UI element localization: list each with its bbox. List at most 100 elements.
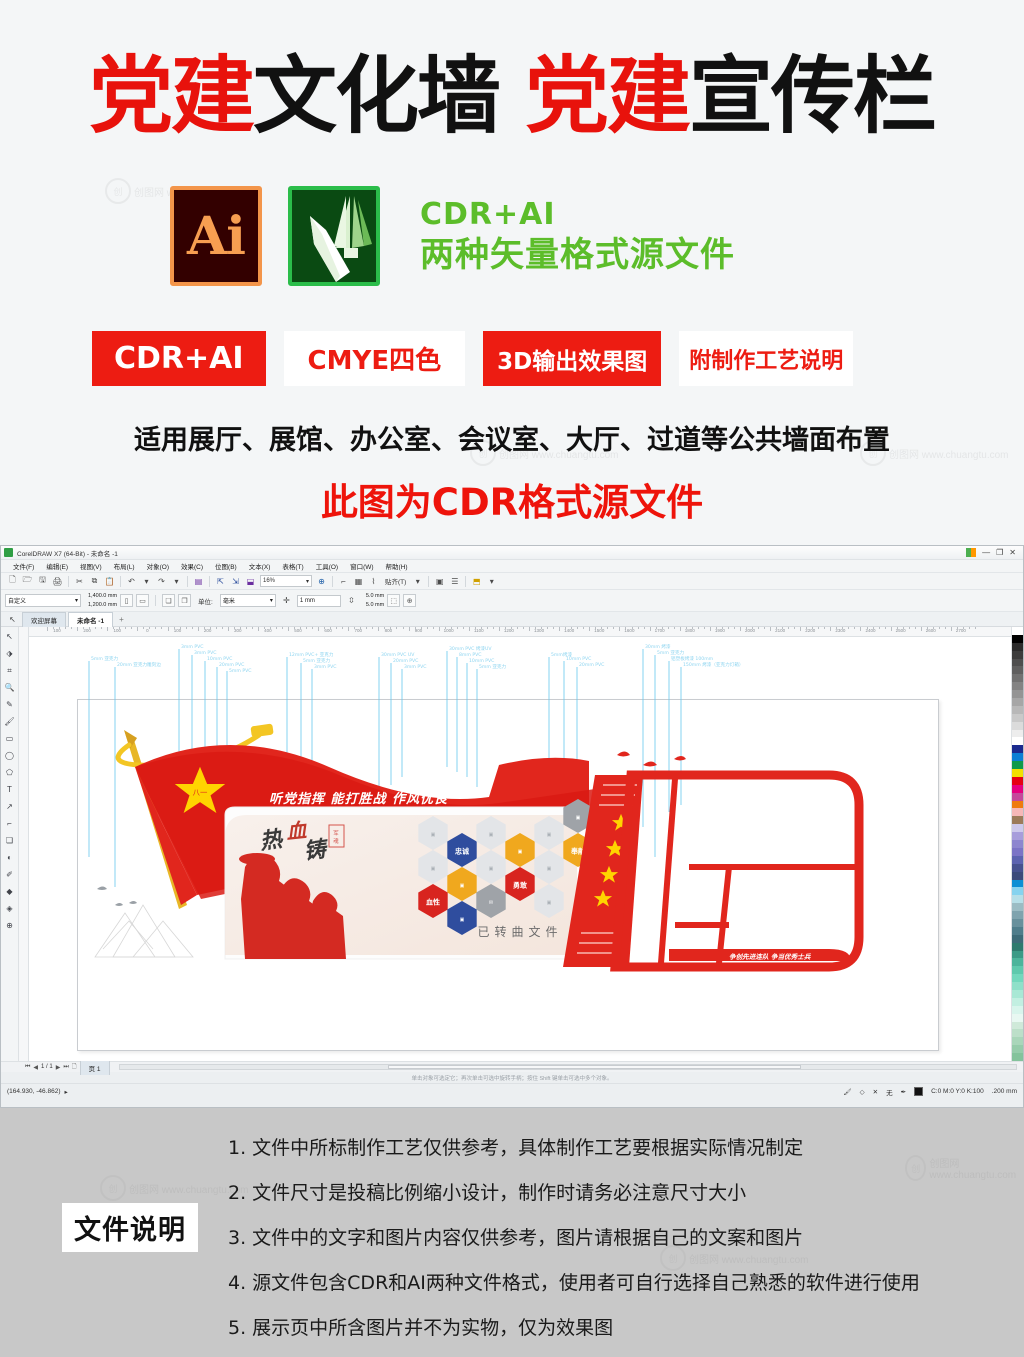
connector-tool-icon[interactable]: ⌐ [2,816,17,831]
palette-swatch[interactable] [1012,729,1023,738]
palette-swatch[interactable] [1012,982,1023,990]
outline-swatch-icon[interactable]: ◇ [860,1088,865,1096]
coordinates-expand-icon[interactable]: ▸ [64,1088,67,1096]
chevron-down-icon[interactable]: ▾ [170,575,183,588]
shape-tool-icon[interactable]: ⬗ [2,646,17,661]
add-tab-button[interactable]: + [115,615,128,624]
export-icon[interactable]: ⇱ [214,575,227,588]
palette-swatch[interactable] [1012,816,1023,825]
options-icon[interactable]: ▣ [433,575,446,588]
chevron-down-icon[interactable]: ▾ [411,575,424,588]
color-eyedropper-icon[interactable]: ✐ [2,867,17,882]
document-properties-icon[interactable]: ☰ [448,575,461,588]
nudge-distance-input[interactable]: 1 mm [296,594,341,607]
palette-swatch[interactable] [1012,903,1023,912]
show-guides-icon[interactable]: ⌇ [367,575,380,588]
first-page-button[interactable]: ⏮ [25,1064,30,1071]
import-icon[interactable]: ▤ [192,575,205,588]
artistic-media-icon[interactable]: 🖌 [2,714,17,729]
palette-swatch[interactable] [1012,911,1023,919]
export-to-icon[interactable]: ⇲ [229,575,242,588]
palette-swatch[interactable] [1012,974,1023,983]
stepper-icon[interactable]: ⇳ [345,594,358,607]
fill-color-chip[interactable] [914,1087,924,1096]
horizontal-ruler[interactable]: 100 200 100 0 100 200 300 400 500 600 700 800 900 100… [29,627,1011,637]
landscape-orientation-icon[interactable]: ▭ [136,594,150,607]
open-file-icon[interactable]: 🗁 [21,575,34,588]
artwork-illustration[interactable]: 5mm 亚克力 20mm 亚克力雕刻边 3mm PVC 3mm PVC 10mm… [29,637,989,1061]
palette-swatch[interactable] [1012,627,1023,635]
pick-tool-icon[interactable]: ↖ [2,629,17,644]
palette-swatch[interactable] [1012,840,1023,848]
menu-text[interactable]: 文本(X) [243,561,277,571]
ellipse-tool-icon[interactable]: ◯ [2,748,17,763]
palette-swatch[interactable] [1012,634,1023,643]
palette-swatch[interactable] [1012,705,1023,714]
outline-pen-icon[interactable]: ✒ [901,1088,906,1096]
palette-swatch[interactable] [1012,745,1023,754]
palette-swatch[interactable] [1012,887,1023,896]
crop-tool-icon[interactable]: ⌗ [2,663,17,678]
menu-window[interactable]: 窗口(W) [344,561,379,571]
redo-icon[interactable]: ↷ [155,575,168,588]
palette-swatch[interactable] [1012,792,1023,801]
palette-swatch[interactable] [1012,934,1023,943]
menu-tools[interactable]: 工具(O) [310,561,344,571]
palette-swatch[interactable] [1012,863,1023,872]
palette-swatch[interactable] [1012,879,1023,888]
palette-swatch[interactable] [1012,871,1023,880]
palette-swatch[interactable] [1012,1013,1023,1022]
palette-swatch[interactable] [1012,895,1023,904]
palette-swatch[interactable] [1012,642,1023,651]
page-size-all-icon[interactable]: ❏ [162,594,176,607]
page-tab-1[interactable]: 页 1 [79,1059,110,1075]
palette-swatch[interactable] [1012,832,1023,841]
snap-to-label[interactable]: 贴齐(T) [381,576,410,586]
palette-swatch[interactable] [1012,721,1023,730]
tab-welcome-screen[interactable]: 欢迎屏幕 [22,611,66,627]
palette-swatch[interactable] [1012,1037,1023,1046]
quick-customize-icon[interactable]: ⊕ [403,594,417,607]
polygon-tool-icon[interactable]: ⬠ [2,765,17,780]
save-icon[interactable]: 🖫 [36,575,49,588]
palette-swatch[interactable] [1012,926,1023,935]
transparency-tool-icon[interactable]: ◐ [2,850,17,865]
minimize-button[interactable]: — [982,548,990,557]
drop-shadow-icon[interactable]: ❏ [2,833,17,848]
cut-icon[interactable]: ✂ [73,575,86,588]
menu-view[interactable]: 视图(V) [74,561,108,571]
vertical-ruler[interactable] [19,627,29,1061]
palette-swatch[interactable] [1012,1045,1023,1054]
text-tool-icon[interactable]: T [2,782,17,797]
treat-as-filled-icon[interactable]: ⬚ [387,594,401,607]
new-file-icon[interactable]: 🗋 [6,575,19,588]
menu-help[interactable]: 帮助(H) [380,561,414,571]
quick-customize-icon[interactable]: ⊕ [2,918,17,933]
publish-pdf-icon[interactable]: ⬓ [244,575,257,588]
palette-swatch[interactable] [1012,650,1023,659]
units-select[interactable]: 毫米 ▾ [219,594,276,607]
palette-swatch[interactable] [1012,1053,1023,1061]
chevron-down-icon[interactable]: ▾ [485,575,498,588]
palette-swatch[interactable] [1012,784,1023,793]
palette-swatch[interactable] [1012,776,1023,785]
palette-swatch[interactable] [1012,855,1023,864]
chevron-down-icon[interactable]: ▾ [140,575,153,588]
scrollbar-thumb[interactable] [388,1065,801,1069]
parallel-dimension-icon[interactable]: ↗ [2,799,17,814]
fill-swatch-icon[interactable]: 🖌 [843,1088,851,1096]
palette-swatch[interactable] [1012,1021,1023,1030]
palette-swatch[interactable] [1012,666,1023,675]
palette-swatch[interactable] [1012,824,1023,833]
application-launcher-icon[interactable]: ⬒ [470,575,483,588]
restore-button[interactable]: ❐ [996,548,1003,557]
palette-swatch[interactable] [1012,958,1023,967]
menu-object[interactable]: 对象(O) [141,561,175,571]
palette-swatch[interactable] [1012,847,1023,856]
fill-tool-icon[interactable]: ◆ [2,884,17,899]
fullscreen-preview-icon[interactable]: ⊕ [315,575,328,588]
page-preset-select[interactable]: 自定义 ▾ [5,594,81,607]
palette-swatch[interactable] [1012,698,1023,706]
portrait-orientation-icon[interactable]: ▯ [120,594,134,607]
palette-swatch[interactable] [1012,989,1023,998]
